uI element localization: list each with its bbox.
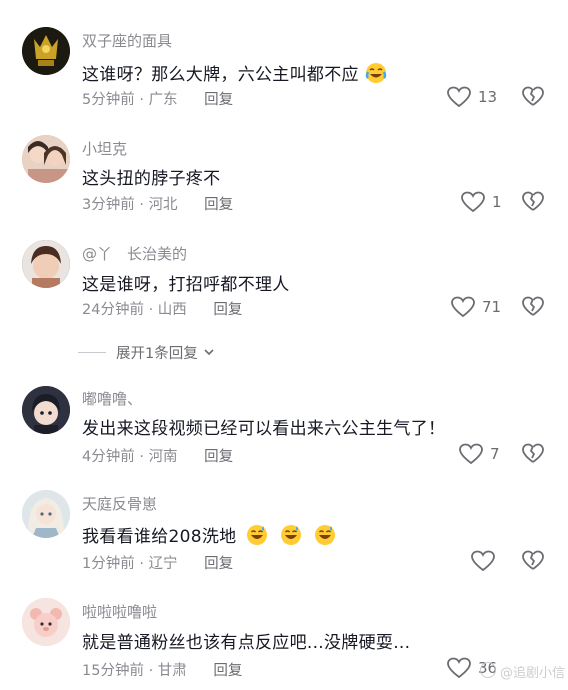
timestamp: 5分钟前 bbox=[82, 92, 135, 108]
separator: · bbox=[139, 556, 144, 572]
like-button[interactable]: 71 bbox=[450, 294, 501, 320]
chevron-down-icon bbox=[204, 349, 214, 356]
broken-heart-icon[interactable] bbox=[521, 549, 545, 573]
expand-replies-label: 展开1条回复 bbox=[116, 345, 198, 362]
timestamp: 3分钟前 bbox=[82, 197, 135, 213]
comment-meta: 1分钟前 · 辽宁 回复 bbox=[82, 552, 233, 573]
location: 山西 bbox=[157, 302, 187, 318]
sweat-smile-emoji-icon bbox=[314, 525, 335, 545]
username[interactable]: 天庭反骨崽 bbox=[82, 493, 157, 514]
username[interactable]: @丫 长治美的 bbox=[82, 243, 187, 264]
heart-icon bbox=[451, 296, 475, 318]
comment-meta: 24分钟前 · 山西 回复 bbox=[82, 298, 242, 319]
separator: · bbox=[148, 302, 154, 318]
comment-text: 这谁呀？那么大牌，六公主叫都不应 bbox=[82, 60, 387, 85]
location: 河北 bbox=[148, 197, 178, 213]
reply-button[interactable]: 回复 bbox=[204, 92, 233, 108]
like-button[interactable] bbox=[470, 548, 502, 574]
reply-button[interactable]: 回复 bbox=[204, 449, 233, 465]
laugh-cry-emoji-icon bbox=[365, 63, 386, 83]
comment-meta: 4分钟前 · 河南 回复 bbox=[82, 445, 233, 466]
separator: · bbox=[139, 92, 144, 108]
reply-button[interactable]: 回复 bbox=[213, 663, 242, 679]
comment-meta: 3分钟前 · 河北 回复 bbox=[82, 193, 233, 214]
broken-heart-icon[interactable] bbox=[521, 442, 545, 466]
username[interactable]: 嘟噜噜、 bbox=[82, 388, 142, 409]
weibo-logo-icon bbox=[480, 662, 496, 678]
broken-heart-icon[interactable] bbox=[521, 295, 545, 319]
avatar[interactable] bbox=[22, 135, 70, 183]
heart-icon bbox=[471, 550, 495, 572]
comment-meta: 15分钟前 · 甘肃 回复 bbox=[82, 659, 242, 680]
broken-heart-icon[interactable] bbox=[521, 190, 545, 214]
comment-text: 这头扭的脖子疼不 bbox=[82, 169, 221, 189]
like-button[interactable]: 1 bbox=[460, 189, 502, 215]
like-count: 71 bbox=[482, 298, 502, 316]
avatar[interactable] bbox=[22, 386, 70, 434]
heart-icon bbox=[447, 657, 471, 679]
location: 广东 bbox=[148, 92, 178, 108]
like-button[interactable]: 7 bbox=[458, 441, 500, 467]
comment-text: 就是普通粉丝也该有点反应吧...没牌硬耍... bbox=[82, 633, 411, 653]
avatar[interactable] bbox=[22, 27, 70, 75]
like-button[interactable]: 13 bbox=[446, 84, 497, 110]
username[interactable]: 小坦克 bbox=[82, 138, 127, 159]
comment-text: 这是谁呀，打招呼都不理人 bbox=[82, 275, 290, 295]
like-count: 1 bbox=[492, 193, 502, 211]
separator: · bbox=[139, 197, 144, 213]
heart-icon bbox=[459, 443, 483, 465]
timestamp: 1分钟前 bbox=[82, 556, 135, 572]
reply-button[interactable]: 回复 bbox=[213, 302, 242, 318]
avatar[interactable] bbox=[22, 598, 70, 646]
timestamp: 4分钟前 bbox=[82, 449, 135, 465]
like-count: 13 bbox=[478, 88, 498, 106]
comment-text: 发出来这段视频已经可以看出来六公主生气了！ bbox=[82, 419, 446, 439]
location: 甘肃 bbox=[157, 663, 187, 679]
username[interactable]: 双子座的面具 bbox=[82, 30, 172, 51]
watermark: @追剧小信 bbox=[500, 666, 566, 681]
reply-button[interactable]: 回复 bbox=[204, 556, 233, 572]
divider bbox=[78, 351, 106, 353]
timestamp: 15分钟前 bbox=[82, 663, 144, 679]
avatar[interactable] bbox=[22, 240, 70, 288]
heart-icon bbox=[447, 86, 471, 108]
sweat-smile-emoji-icon bbox=[247, 525, 268, 545]
expand-replies-button[interactable]: 展开1条回复 bbox=[78, 340, 216, 364]
comment-meta: 5分钟前 · 广东 回复 bbox=[82, 88, 233, 109]
reply-button[interactable]: 回复 bbox=[204, 197, 233, 213]
like-count: 7 bbox=[490, 445, 500, 463]
separator: · bbox=[148, 663, 154, 679]
heart-icon bbox=[461, 191, 485, 213]
timestamp: 24分钟前 bbox=[82, 302, 144, 318]
location: 辽宁 bbox=[148, 556, 178, 572]
comment-text: 我看看谁给208洗地 bbox=[82, 522, 336, 547]
username[interactable]: 啦啦啦噜啦 bbox=[82, 601, 157, 622]
avatar[interactable] bbox=[22, 490, 70, 538]
broken-heart-icon[interactable] bbox=[521, 85, 545, 109]
location: 河南 bbox=[148, 449, 178, 465]
separator: · bbox=[139, 449, 144, 465]
sweat-smile-emoji-icon bbox=[280, 525, 301, 545]
